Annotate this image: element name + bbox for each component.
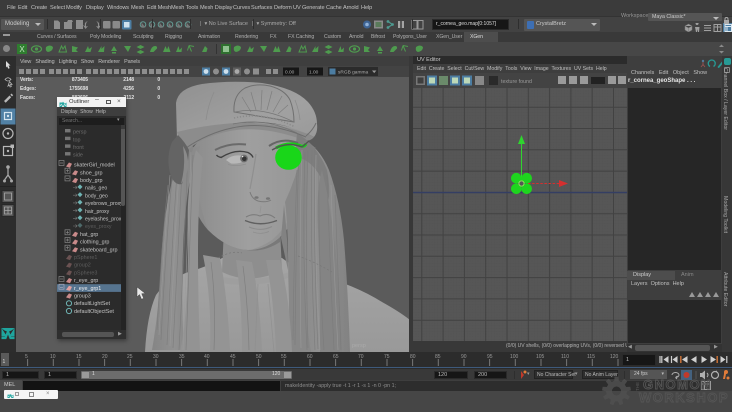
svg-text:top: top [73, 137, 81, 143]
svg-text:front: front [73, 145, 84, 151]
svg-text:body_grp: body_grp [80, 178, 102, 184]
svg-text:hair_proxy: hair_proxy [85, 209, 110, 215]
svg-text:texture found: texture found [501, 79, 532, 85]
svg-text:eyebrows_proxy: eyebrows_proxy [85, 201, 123, 207]
svg-text:WORKSHOP: WORKSHOP [639, 390, 729, 405]
svg-text:clothing_grp: clothing_grp [80, 240, 109, 246]
svg-text:pSphere1: pSphere1 [74, 255, 97, 261]
svg-text:nails_geo: nails_geo [85, 186, 107, 192]
svg-text:100: 100 [510, 354, 519, 360]
svg-text:0.00: 0.00 [285, 70, 295, 76]
svg-text:hat_grp: hat_grp [80, 232, 98, 238]
svg-text:eyelashes_proxy: eyelashes_proxy [85, 217, 124, 223]
svg-text:r_eye_grp: r_eye_grp [74, 278, 98, 284]
svg-text:105: 105 [536, 354, 545, 360]
svg-text:defaultObjectSet: defaultObjectSet [74, 309, 114, 315]
svg-text:defaultLightSet: defaultLightSet [74, 301, 110, 307]
svg-text:1: 1 [3, 359, 6, 365]
svg-text:shoe_grp: shoe_grp [80, 170, 102, 176]
svg-text:side: side [73, 153, 83, 159]
svg-text:body_geo: body_geo [85, 193, 108, 199]
svg-text:skateboard_grp: skateboard_grp [80, 247, 117, 253]
svg-text:THE: THE [635, 382, 640, 391]
svg-text:120: 120 [610, 354, 619, 360]
svg-text:group2: group2 [74, 263, 91, 269]
svg-text:eyes_proxy: eyes_proxy [85, 224, 112, 230]
svg-text:skaterGirl_model: skaterGirl_model [74, 163, 115, 169]
svg-text:110: 110 [561, 354, 569, 360]
svg-text:1.00: 1.00 [309, 70, 319, 76]
svg-text:115: 115 [587, 354, 595, 360]
svg-text:r_eye_grp1: r_eye_grp1 [74, 286, 101, 292]
svg-text:group3: group3 [74, 294, 91, 300]
svg-text:sRGB gamma: sRGB gamma [338, 70, 368, 76]
svg-text:pSphere3: pSphere3 [74, 270, 97, 276]
svg-text:X: X [19, 45, 25, 54]
svg-text:persp: persp [73, 130, 87, 136]
